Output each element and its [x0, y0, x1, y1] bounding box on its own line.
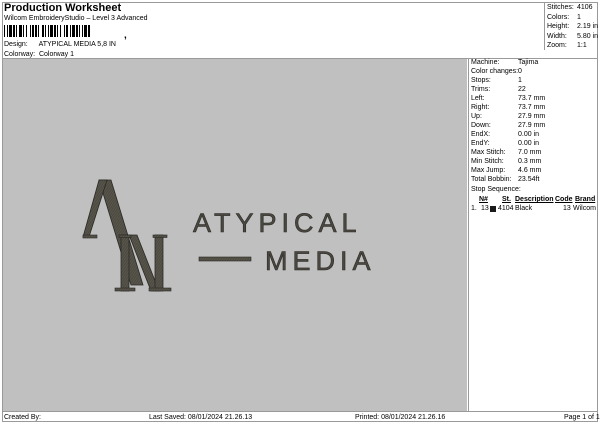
colorway-row: Colorway: Colorway 1 [4, 51, 74, 58]
info-label: Max Jump: [471, 167, 506, 174]
info-label: Max Stitch: [471, 149, 506, 156]
info-value: 27.9 mm [518, 122, 546, 129]
wordmark-line2: MEDIA [265, 246, 376, 276]
wordmark-line1: ATYPICAL [193, 208, 362, 238]
stat-row: Height: 2.19 in [547, 23, 598, 30]
page-title: Production Worksheet [4, 2, 122, 14]
info-row: Total Bobbin: 23.54ft [471, 176, 539, 183]
row-stitches: 4104 [498, 205, 514, 212]
info-label: EndX: [471, 131, 491, 138]
stat-label: Height: [547, 23, 570, 30]
col-description: Description [515, 196, 554, 203]
info-value: 0.00 in [518, 140, 540, 147]
colorway-label: Colorway: [4, 51, 36, 58]
stat-value: 1 [577, 13, 581, 21]
stat-value: 5.80 in [577, 32, 599, 40]
page-number: Page 1 of 1 [564, 414, 600, 421]
info-label: Trims: [471, 86, 491, 93]
footer-bar: Created By: Last Saved: 08/01/2024 21.26… [2, 411, 600, 422]
dash-line [198, 256, 252, 262]
info-row: Machine: Tajima [471, 59, 538, 66]
stop-sequence-title: Stop Sequence: [471, 186, 521, 193]
stat-row: Width: 5.80 in [547, 33, 598, 40]
stat-label: Width: [547, 32, 567, 40]
info-value: 73.7 mm [518, 95, 546, 102]
stat-value: 2.19 in [577, 23, 599, 30]
info-value: 73.7 mm [518, 104, 546, 111]
row-num: 13 [481, 205, 489, 212]
printed-date: Printed: 08/01/2024 21.26.16 [355, 414, 446, 421]
info-value: 0.00 in [518, 131, 540, 138]
last-saved: Last Saved: 08/01/2024 21.26.13 [149, 414, 253, 421]
info-row: EndX: 0.00 in [471, 131, 539, 138]
col-st: St. [502, 196, 511, 203]
stat-label: Zoom: [547, 42, 567, 49]
col-code: Code [555, 196, 573, 203]
info-label: Stops: [471, 77, 491, 84]
info-label: Up: [471, 113, 482, 120]
col-num: N# [479, 196, 488, 203]
stop-sequence-header: N# St. Description Code Brand [469, 196, 599, 205]
monogram-a-mark [82, 179, 144, 286]
stat-label: Colors: [547, 13, 570, 21]
monogram-m-mark [114, 234, 172, 292]
info-value: 0 [518, 68, 522, 75]
stat-value: 4106 [577, 4, 593, 11]
info-row: Down: 27.9 mm [471, 122, 545, 129]
row-brand: Wilcom [573, 205, 596, 212]
info-row: Trims: 22 [471, 86, 526, 93]
row-code: 13 [563, 205, 571, 212]
thread-color-swatch [490, 206, 496, 212]
design-preview: ATYPICAL MEDIA [3, 59, 467, 411]
stat-value: 1:1 [577, 42, 587, 49]
created-by: Created By: [4, 414, 41, 421]
stat-row: Colors: 1 [547, 14, 581, 21]
info-row: Max Stitch: 7.0 mm [471, 149, 541, 156]
stat-row: Zoom: 1:1 [547, 42, 587, 49]
info-value: 22 [518, 86, 526, 93]
barcode-bar [88, 25, 90, 37]
info-label: Total Bobbin: [471, 176, 512, 183]
embroidery-artwork: ATYPICAL MEDIA [82, 179, 376, 292]
info-row: Right: 73.7 mm [471, 104, 545, 111]
info-row: Min Stitch: 0.3 mm [471, 158, 541, 165]
info-row: Up: 27.9 mm [471, 113, 545, 120]
info-label: Min Stitch: [471, 158, 504, 165]
info-label: Left: [471, 95, 485, 102]
row-index: 1. [471, 205, 477, 212]
row-description: Black [515, 205, 533, 212]
info-value: 0.3 mm [518, 158, 542, 165]
info-row: Left: 73.7 mm [471, 95, 545, 102]
stats-panel: Stitches: 4106 Colors: 1 Height: 2.19 in Width… [544, 2, 598, 50]
info-value: Tajima [518, 59, 539, 66]
info-value: 23.54ft [518, 176, 540, 183]
info-label: Color changes: [471, 68, 519, 75]
info-label: EndY: [471, 140, 490, 147]
col-brand: Brand [575, 196, 596, 203]
info-row: EndY: 0.00 in [471, 140, 539, 147]
barcode [4, 25, 162, 37]
design-row: Design: ATYPICAL MEDIA 5,8 IN [4, 41, 116, 48]
info-row: Color changes:0 [471, 68, 522, 75]
info-label: Down: [471, 122, 491, 129]
info-value: 1 [518, 77, 522, 84]
info-row: Max Jump: 4.6 mm [471, 167, 541, 174]
info-value: 27.9 mm [518, 113, 546, 120]
info-value: 7.0 mm [518, 149, 542, 156]
info-label: Right: [471, 104, 490, 111]
design-value: ATYPICAL MEDIA 5,8 IN [38, 41, 116, 48]
stop-sequence-row: 1. 13 4104 Black 13 Wilcom [469, 205, 599, 214]
software-subtitle: Wilcom EmbroideryStudio – Level 3 Advanc… [4, 15, 148, 22]
info-row: Stops: 1 [471, 77, 522, 84]
info-label: Machine: [471, 59, 500, 66]
colorway-value: Colorway 1 [38, 51, 74, 58]
design-label: Design: [4, 41, 28, 48]
stat-label: Stitches: [547, 4, 574, 11]
stat-row: Stitches: 4106 [547, 4, 593, 11]
design-info-panel: Stop Sequence: N# St. Description Code B… [468, 59, 598, 411]
info-value: 4.6 mm [518, 167, 542, 174]
barcode-mark: , [124, 30, 127, 41]
